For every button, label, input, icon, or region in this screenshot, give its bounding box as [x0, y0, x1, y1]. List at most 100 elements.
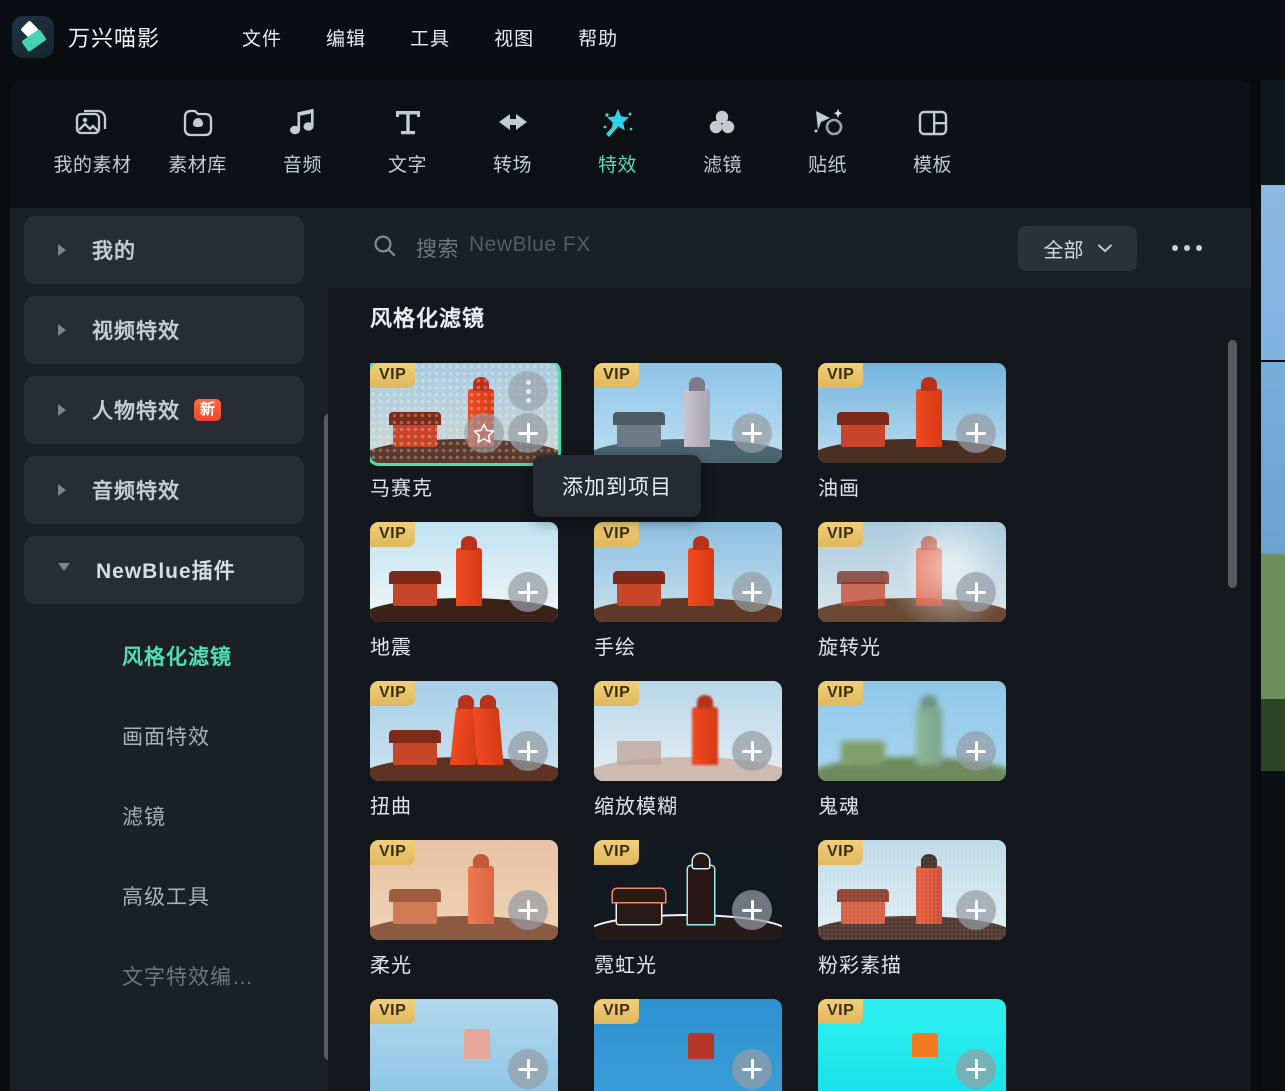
effect-card-pastel-sketch[interactable]: VIP 粉彩素描	[818, 840, 1006, 978]
effect-thumbnail[interactable]: VIP	[818, 522, 1006, 622]
effect-thumbnail[interactable]: VIP	[594, 522, 782, 622]
effect-card-earthquake[interactable]: VIP 地震	[370, 522, 558, 660]
plus-icon[interactable]	[956, 731, 996, 771]
preview-bottom	[1261, 771, 1285, 1091]
effect-thumbnail[interactable]: VIP	[594, 840, 782, 940]
content-scrollbar-thumb[interactable]	[1228, 340, 1237, 588]
effect-card-partial-2[interactable]: VIP	[594, 999, 782, 1091]
vip-badge: VIP	[594, 363, 639, 388]
plus-icon[interactable]	[732, 890, 772, 930]
sidebar-item-advanced-tools[interactable]: 高级工具	[10, 856, 328, 936]
sidebar-group-newblue-plugins[interactable]: NewBlue插件	[24, 536, 304, 604]
sidebar-group-label: 我的	[92, 235, 136, 265]
tab-effects[interactable]: 特效	[565, 80, 670, 177]
plus-icon[interactable]	[508, 890, 548, 930]
plus-icon[interactable]	[508, 572, 548, 612]
effect-thumbnail[interactable]: VIP	[594, 681, 782, 781]
tab-label: 文字	[388, 150, 427, 177]
effect-thumbnail[interactable]: VIP	[818, 681, 1006, 781]
effects-row: VIP 马赛克	[370, 363, 1230, 501]
menu-item-edit[interactable]: 编辑	[304, 18, 388, 57]
effect-thumbnail[interactable]: VIP	[370, 522, 558, 622]
plus-icon[interactable]	[732, 1049, 772, 1089]
vip-badge: VIP	[594, 681, 639, 706]
plus-icon[interactable]	[508, 413, 548, 453]
tab-template[interactable]: 模板	[880, 80, 985, 177]
tab-label: 音频	[283, 150, 322, 177]
effect-card-partial-3[interactable]: VIP	[818, 999, 1006, 1091]
effect-thumbnail[interactable]: VIP	[818, 840, 1006, 940]
effect-card-ghost[interactable]: VIP 鬼魂	[818, 681, 1006, 819]
tab-material-library[interactable]: 素材库	[145, 80, 250, 177]
more-vertical-icon[interactable]	[508, 371, 548, 411]
filter-dropdown[interactable]: 全部	[1018, 226, 1137, 271]
content-scrollbar[interactable]	[1228, 340, 1237, 600]
sidebar-group-video-effects[interactable]: 视频特效	[24, 296, 304, 364]
effect-card-neon-light[interactable]: VIP 霓虹光	[594, 840, 782, 978]
menu-item-help[interactable]: 帮助	[556, 18, 640, 57]
tab-filter[interactable]: 滤镜	[670, 80, 775, 177]
plus-icon[interactable]	[508, 731, 548, 771]
effect-thumbnail[interactable]: VIP	[594, 999, 782, 1091]
more-horizontal-icon[interactable]	[1165, 236, 1209, 260]
effect-thumbnail[interactable]: VIP	[370, 363, 558, 463]
sidebar-group-mine[interactable]: 我的	[24, 216, 304, 284]
preview-sky-upper	[1261, 185, 1285, 360]
effect-thumbnail[interactable]: VIP	[370, 681, 558, 781]
effect-thumbnail[interactable]: VIP	[370, 999, 558, 1091]
tab-text[interactable]: 文字	[355, 80, 460, 177]
effect-thumbnail[interactable]: VIP	[818, 363, 1006, 463]
effect-thumbnail[interactable]: VIP	[370, 840, 558, 940]
sidebar-item-stylized-filters[interactable]: 风格化滤镜	[10, 616, 328, 696]
plus-icon[interactable]	[956, 890, 996, 930]
plus-icon[interactable]	[732, 572, 772, 612]
vip-badge: VIP	[594, 840, 639, 865]
sidebar-group-audio-effects[interactable]: 音频特效	[24, 456, 304, 524]
effect-thumbnail[interactable]: VIP	[594, 363, 782, 463]
menu-item-view[interactable]: 视图	[472, 18, 556, 57]
sidebar-group-label: 视频特效	[92, 315, 180, 345]
plus-icon[interactable]	[508, 1049, 548, 1089]
effect-card-soft-light[interactable]: VIP 柔光	[370, 840, 558, 978]
tab-transition[interactable]: 转场	[460, 80, 565, 177]
chevron-right-icon	[58, 324, 66, 336]
effect-card-mosaic[interactable]: VIP 马赛克	[370, 363, 558, 501]
star-icon[interactable]	[464, 413, 504, 453]
menu-item-tools[interactable]: 工具	[388, 18, 472, 57]
sidebar-item-filters[interactable]: 滤镜	[10, 776, 328, 856]
tab-label: 素材库	[168, 150, 227, 177]
effect-label: 霓虹光	[594, 949, 782, 978]
sidebar-group-people-effects[interactable]: 人物特效 新	[24, 376, 304, 444]
effect-card-hand-drawn[interactable]: VIP 手绘	[594, 522, 782, 660]
wondershare-diamond-logo[interactable]	[12, 16, 54, 58]
effect-card-oil-painting[interactable]: VIP 油画	[818, 363, 1006, 501]
effect-label: 扭曲	[370, 790, 558, 819]
plus-icon[interactable]	[956, 413, 996, 453]
search-placeholder-value: NewBlue FX	[469, 233, 591, 263]
text-t-icon	[392, 102, 424, 144]
effect-card-distort[interactable]: VIP 扭曲	[370, 681, 558, 819]
tab-sticker[interactable]: 贴纸	[775, 80, 880, 177]
search-input[interactable]: 搜索 NewBlue FX	[416, 233, 591, 263]
sidebar-group-label: 人物特效	[92, 395, 180, 425]
effect-card-partial-1[interactable]: VIP	[370, 999, 558, 1091]
tab-label: 特效	[598, 150, 637, 177]
effect-card-swirl-light[interactable]: VIP 旋转光	[818, 522, 1006, 660]
effect-thumbnail[interactable]: VIP	[818, 999, 1006, 1091]
plus-icon[interactable]	[732, 413, 772, 453]
preview-hill	[1261, 554, 1285, 699]
chevron-right-icon	[58, 404, 66, 416]
sidebar-item-screen-effects[interactable]: 画面特效	[10, 696, 328, 776]
effect-card-zoom-blur[interactable]: VIP 缩放模糊	[594, 681, 782, 819]
menu-item-file[interactable]: 文件	[220, 18, 304, 57]
transition-arrows-icon	[493, 102, 533, 144]
tab-audio[interactable]: 音频	[250, 80, 355, 177]
plus-icon[interactable]	[732, 731, 772, 771]
effect-label: 鬼魂	[818, 790, 1006, 819]
tab-my-media[interactable]: 我的素材	[40, 80, 145, 177]
effect-label: 粉彩素描	[818, 949, 1006, 978]
plus-icon[interactable]	[956, 1049, 996, 1089]
plus-icon[interactable]	[956, 572, 996, 612]
sidebar-group-label: NewBlue插件	[96, 555, 236, 585]
sidebar-item-text-effect-editor[interactable]: 文字特效编…	[10, 936, 328, 1016]
